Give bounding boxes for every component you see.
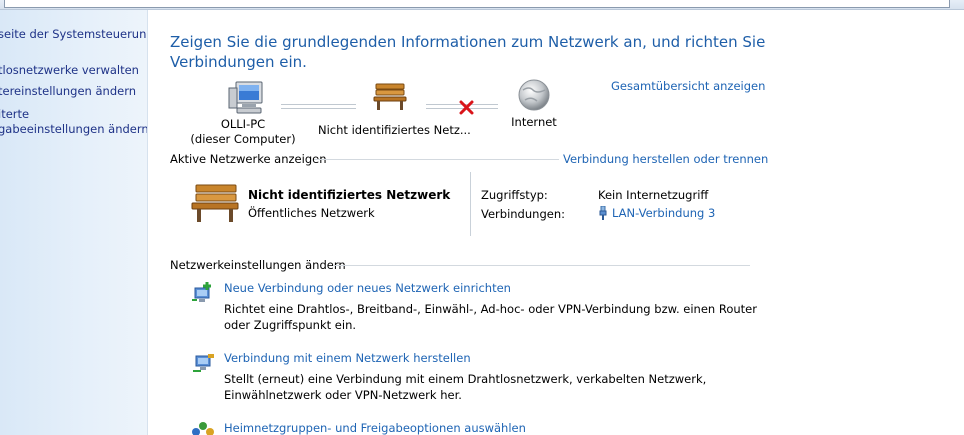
lan-cable-icon [599,205,607,220]
full-map-link[interactable]: Gesamtübersicht anzeigen [611,79,765,93]
homegroup-icon [192,422,214,435]
lan-connection-link[interactable]: LAN-Verbindung 3 [612,206,715,220]
computer-sub: (dieser Computer) [190,132,296,146]
computer-name: OLLI-PC [220,117,266,131]
vertical-divider [470,172,471,236]
active-networks-heading: Aktive Netzwerke anzeigen [170,152,327,166]
task-sidebar: seite der Systemsteuerung tlosnetzwerke … [0,10,148,435]
section-divider [333,265,750,266]
network-bench-icon[interactable] [190,182,240,224]
sidebar-item-advanced-sharing-line2[interactable]: gabeeinstellungen ändern [0,121,147,137]
task-new-connection-link[interactable]: Neue Verbindung oder neues Netzwerk einr… [224,281,511,295]
task-homegroup-link[interactable]: Heimnetzgruppen- und Freigabeoptionen au… [224,421,526,435]
task-connect-network-link[interactable]: Verbindung mit einem Netzwerk herstellen [224,351,471,365]
network-category-link[interactable]: Öffentliches Netzwerk [248,206,375,220]
address-bar [0,0,964,10]
node-internet[interactable]: Internet [494,115,574,130]
connections-value[interactable]: LAN-Verbindung 3 [598,205,715,220]
node-computer[interactable]: OLLI-PC (dieser Computer) [178,117,308,147]
main-content: Zeigen Sie die grundlegenden Information… [148,10,964,435]
address-field[interactable] [4,0,950,8]
access-type-label: Zugriffstyp: [481,188,548,202]
globe-icon[interactable] [517,78,551,112]
new-connection-icon [192,282,211,302]
task-connect-network-desc: Stellt (erneut) eine Verbindung mit eine… [224,372,707,402]
page-title: Zeigen Sie die grundlegenden Information… [170,33,766,71]
task-new-connection-desc: Richtet eine Drahtlos-, Breitband-, Einw… [224,302,757,332]
sidebar-item-advanced-sharing-line1[interactable]: iterte [0,106,29,122]
connector-computer-network [281,104,356,109]
connect-disconnect-link[interactable]: Verbindung herstellen oder trennen [559,152,769,166]
node-network[interactable]: Nicht identifiziertes Netz... [318,123,471,138]
bench-icon[interactable] [372,82,408,112]
access-type-value: Kein Internetzugriff [598,188,709,202]
sidebar-item-adapter-settings[interactable]: tereinstellungen ändern [0,83,136,99]
sidebar-item-manage-wireless[interactable]: tlosnetzwerke verwalten [0,62,139,78]
active-network-name: Nicht identifiziertes Netzwerk [248,188,451,202]
red-x-icon [459,100,474,115]
sidebar-item-control-panel-home[interactable]: seite der Systemsteuerung [0,26,147,42]
computer-icon[interactable] [228,80,266,116]
connections-label: Verbindungen: [481,207,565,221]
change-settings-heading: Netzwerkeinstellungen ändern [170,258,346,272]
connect-network-icon [193,354,214,372]
